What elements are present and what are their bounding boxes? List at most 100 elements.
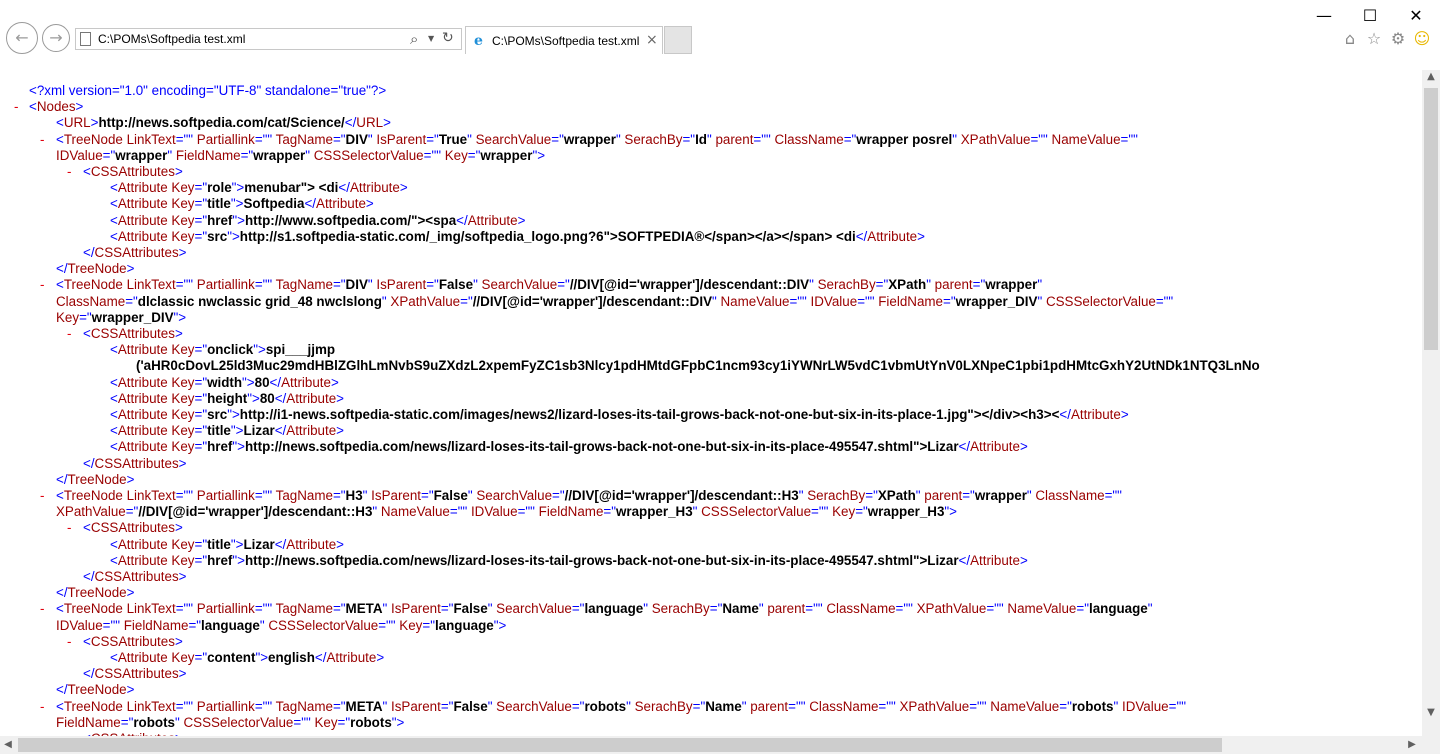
xml-token: SerachBy — [624, 132, 683, 147]
minimize-button[interactable]: — — [1301, 0, 1347, 30]
xml-token: DIV — [345, 132, 368, 147]
xml-token: parent — [750, 699, 789, 714]
xml-token: http://s1.softpedia-static.com/_img/soft… — [239, 229, 856, 244]
xml-token: IsParent — [390, 699, 441, 714]
scroll-down-icon[interactable]: ▼ — [1422, 706, 1440, 720]
xml-token: > — [174, 634, 183, 649]
xml-token: =" — [337, 715, 351, 730]
xml-line: <CSSAttributes> — [83, 634, 183, 650]
xml-token: " — [487, 699, 497, 714]
xml-token: href — [207, 439, 233, 454]
collapse-toggle[interactable]: - — [40, 601, 44, 616]
collapse-toggle[interactable]: - — [40, 277, 44, 292]
document-icon — [80, 32, 91, 46]
collapse-toggle[interactable]: - — [67, 326, 71, 341]
xml-token: ('aHR0cDovL25ld3Muc29mdHBlZGlhLmNvbS9uZX… — [136, 358, 1260, 373]
xml-token: > — [1120, 407, 1129, 422]
scroll-left-icon[interactable]: ◀ — [0, 736, 16, 754]
xml-token: robots — [1071, 699, 1114, 714]
xml-token: parent — [715, 132, 754, 147]
xml-token: =" — [460, 294, 473, 309]
xml-token: True — [438, 132, 468, 147]
smiley-feedback-icon[interactable]: ☺ — [1412, 28, 1432, 48]
collapse-toggle[interactable]: - — [14, 99, 18, 114]
xml-token: IsParent — [376, 277, 427, 292]
xml-token: ="" — [1168, 699, 1186, 714]
close-tab-icon[interactable]: × — [646, 32, 658, 48]
horizontal-scroll-thumb[interactable] — [18, 738, 1222, 752]
xml-line: <Attribute Key="content">english</Attrib… — [110, 650, 384, 666]
maximize-button[interactable]: ☐ — [1347, 0, 1393, 30]
xml-token: META — [345, 699, 383, 714]
xml-token: NameValue — [1051, 132, 1121, 147]
xml-token: " — [362, 488, 372, 503]
xml-token: wrapper — [115, 148, 168, 163]
xml-token: </ — [314, 650, 327, 665]
xml-token: TreeNode LinkText — [63, 699, 176, 714]
xml-token: CSSSelectorValue — [313, 148, 424, 163]
xml-token: " — [305, 148, 314, 163]
xml-token: language — [201, 618, 260, 633]
xml-token: > — [917, 229, 925, 244]
tab-active[interactable]: e C:\POMs\Softpedia test.xml × — [465, 26, 663, 54]
xml-token: TagName — [275, 699, 333, 714]
collapse-toggle[interactable]: - — [67, 164, 71, 179]
collapse-toggle[interactable]: - — [67, 520, 71, 535]
xml-token: =" — [875, 277, 889, 292]
xml-token: XPath — [888, 277, 927, 292]
xml-token: < — [110, 196, 118, 211]
xml-token: > — [178, 456, 187, 471]
xml-token: < — [110, 391, 118, 406]
collapse-toggle[interactable]: - — [40, 488, 44, 503]
scroll-up-icon[interactable]: ▲ — [1422, 70, 1440, 84]
xml-token: ="" — [1155, 294, 1174, 309]
xml-token: =" — [855, 504, 868, 519]
collapse-toggle[interactable]: - — [67, 634, 71, 649]
xml-token: ="" — [175, 132, 197, 147]
xml-token: > — [376, 650, 385, 665]
xml-token: src — [207, 407, 228, 422]
xml-token: //DIV[@id='wrapper']/descendant::H3 — [564, 488, 799, 503]
xml-line: <TreeNode LinkText="" Partiallink="" Tag… — [56, 601, 1153, 617]
xml-token: CSSAttributes — [90, 634, 175, 649]
address-text[interactable]: C:\POMs\Softpedia test.xml — [98, 32, 245, 46]
xml-token: =" — [102, 148, 116, 163]
xml-token: Key — [444, 148, 468, 163]
xml-token: " — [1113, 699, 1122, 714]
xml-token: "> — [532, 148, 546, 163]
scroll-right-icon[interactable]: ▶ — [1404, 736, 1420, 754]
vertical-scroll-thumb[interactable] — [1424, 88, 1438, 350]
xml-token: parent — [767, 601, 806, 616]
new-tab-button[interactable] — [664, 26, 692, 54]
xml-token: http://news.softpedia.com/news/lizard-lo… — [244, 553, 959, 568]
xml-token: XPath — [877, 488, 916, 503]
xml-token: =" — [332, 488, 346, 503]
xml-token: ="" — [254, 699, 276, 714]
xml-token: Attribute Key — [117, 180, 195, 195]
xml-token: Attribute — [970, 553, 1020, 568]
forward-button[interactable]: → — [42, 24, 70, 52]
maximize-icon: ☐ — [1362, 5, 1378, 25]
favorites-star-icon[interactable]: ☆ — [1364, 28, 1384, 48]
xml-token: > — [1019, 439, 1028, 454]
xml-line: IDValue="wrapper" FieldName="wrapper" CS… — [56, 148, 545, 164]
xml-token: " — [382, 601, 391, 616]
collapse-toggle[interactable]: - — [40, 699, 44, 714]
back-button[interactable]: ← — [6, 22, 38, 54]
settings-gear-icon[interactable]: ⚙ — [1388, 28, 1408, 48]
refresh-icon[interactable]: ↻ — [442, 30, 454, 46]
home-icon[interactable]: ⌂ — [1340, 28, 1360, 48]
xml-token: Partiallink — [196, 488, 255, 503]
xml-line: <Attribute Key="title">Lizar</Attribute> — [110, 537, 344, 553]
xml-token: "> — [493, 618, 507, 633]
close-window-button[interactable]: ✕ — [1393, 0, 1439, 30]
address-bar[interactable]: C:\POMs\Softpedia test.xml ⌕ ▼ ↻ — [75, 28, 462, 50]
xml-token: onclick — [207, 342, 254, 357]
xml-token: < — [110, 423, 118, 438]
chevron-down-icon[interactable]: ▼ — [428, 34, 434, 43]
search-icon[interactable]: ⌕ — [410, 30, 418, 48]
vertical-scrollbar[interactable]: ▲ ▼ — [1422, 70, 1440, 736]
xml-token: IDValue — [810, 294, 858, 309]
horizontal-scrollbar[interactable]: ◀ ▶ — [0, 736, 1422, 754]
collapse-toggle[interactable]: - — [40, 132, 44, 147]
